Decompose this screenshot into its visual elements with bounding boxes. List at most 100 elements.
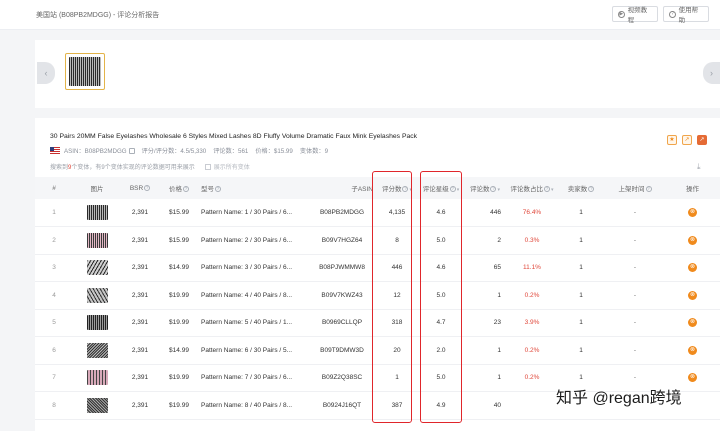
row-asin[interactable]: B08PJWMMW8 (309, 254, 375, 282)
analyze-icon[interactable]: ⊗ (688, 263, 697, 273)
row-image[interactable] (73, 282, 121, 310)
row-launch: - (633, 264, 637, 272)
row-share: 0.2% (524, 374, 540, 382)
carousel-next-button[interactable]: › (703, 62, 720, 84)
col-review-count[interactable]: 评论数? ▾ (463, 177, 507, 199)
product-meta: ASIN：B08PB2MDGG 评分/评分数：4.5/5,330 评论数：561… (50, 146, 328, 155)
row-asin[interactable]: B0969CLLQP (309, 309, 375, 337)
col-seller-count-label: 卖家数 (567, 186, 588, 193)
link-icon[interactable]: ↗ (697, 135, 707, 145)
row-price: $15.99 (169, 236, 189, 244)
col-price[interactable]: 价格? (159, 177, 199, 199)
page-title: 美国站 (B08PB2MDGG) - 评论分析报告 (36, 12, 160, 19)
col-review-count-label: 评论数 (469, 186, 490, 193)
analyze-icon[interactable]: ⊗ (688, 290, 697, 300)
row-index: 7 (52, 374, 56, 382)
row-launch: - (633, 346, 637, 354)
download-icon[interactable]: ⤓ (697, 162, 701, 172)
col-launch-time[interactable]: 上架时间? (605, 177, 665, 199)
row-bsr: 2,391 (131, 346, 149, 354)
row-sellers: 1 (579, 346, 583, 354)
row-image[interactable] (73, 309, 121, 337)
row-actions: ⊗ (665, 254, 720, 282)
row-price: $19.99 (169, 374, 189, 382)
play-icon: ▶ (618, 10, 625, 18)
col-actions: 操作 (686, 186, 699, 193)
sort-icon: ▾ (550, 187, 554, 193)
row-stars: 4.6 (436, 264, 446, 272)
analyze-icon[interactable]: ⊗ (688, 208, 697, 217)
row-asin[interactable]: B09T9DMW3D (309, 337, 375, 365)
row-asin[interactable]: B09V7HGZ64 (309, 227, 375, 255)
analyze-icon[interactable]: ⊗ (688, 318, 697, 328)
row-share (507, 392, 557, 420)
checkbox-box (204, 163, 211, 170)
row-price: $19.99 (169, 319, 189, 327)
row-image[interactable] (73, 227, 121, 255)
row-launch: - (633, 236, 637, 244)
row-price: $15.99 (169, 209, 189, 216)
video-tutorial-button[interactable]: ▶ 视频教程 (612, 6, 658, 24)
row-image[interactable] (73, 254, 121, 282)
row-asin[interactable]: B0924J16QT (309, 392, 375, 420)
row-asin[interactable]: B09V7KWZ43 (309, 282, 375, 310)
show-all-variants-checkbox[interactable]: 展示所有变体 (204, 162, 250, 171)
row-bsr: 2,391 (131, 401, 149, 409)
col-asin: 子ASIN (351, 186, 373, 193)
row-asin[interactable]: B08PB2MDGG (309, 199, 375, 227)
variant-thumbnail-selected[interactable] (65, 53, 105, 90)
row-price: $19.99 (169, 401, 189, 409)
show-all-variants-label: 展示所有变体 (213, 165, 250, 171)
row-actions: ⊗ (665, 309, 720, 337)
eyelash-product-image (86, 232, 108, 248)
row-reviews: 23 (493, 319, 501, 327)
carousel-prev-button[interactable]: ‹ (37, 62, 55, 84)
col-bsr[interactable]: BSR? (121, 177, 159, 199)
product-reviews: 评论数：561 (213, 148, 249, 155)
row-asin[interactable]: B09Z2Q38SC (309, 364, 375, 392)
row-image[interactable] (73, 337, 121, 365)
col-review-share-label: 评论数占比 (510, 186, 543, 193)
col-review-share[interactable]: 评论数占比? ▾ (507, 177, 557, 199)
row-reviews: 65 (493, 264, 501, 272)
row-image[interactable] (73, 392, 121, 420)
analyze-icon[interactable]: ⊗ (688, 345, 697, 355)
col-rating-value[interactable]: 评论星级? ▾ (419, 177, 463, 199)
row-actions: ⊗ (665, 227, 720, 255)
row-image[interactable] (73, 199, 121, 227)
star-icon[interactable]: ★ (667, 135, 677, 145)
info-icon: ? (490, 186, 497, 193)
product-rating: 评分/评分数：4.5/5,330 (141, 148, 207, 155)
row-bsr: 2,391 (131, 209, 149, 216)
row-share: 76.4% (522, 209, 542, 216)
row-index: 5 (52, 319, 56, 327)
row-reviews: 40 (493, 401, 501, 409)
analyze-icon[interactable]: ⊗ (688, 373, 697, 383)
row-stars: 5.0 (436, 236, 446, 244)
sort-icon: ▾ (409, 187, 412, 193)
row-ratings: 4,135 (388, 209, 406, 216)
us-flag-icon (50, 147, 60, 154)
eyelash-product-image (86, 315, 108, 331)
col-rating-count[interactable]: 评分数? ▾ (375, 177, 419, 199)
info-icon: ? (543, 186, 550, 193)
row-pattern: Pattern Name: 3 / 30 Pairs / 6... (201, 264, 293, 272)
row-reviews: 1 (497, 374, 501, 382)
watermark-text: 知乎 @regan跨境 (556, 390, 682, 407)
copy-icon[interactable] (128, 147, 135, 154)
col-model[interactable]: 型号? (199, 177, 309, 199)
col-seller-count[interactable]: 卖家数? (557, 177, 605, 199)
row-price: $19.99 (169, 291, 189, 299)
row-image[interactable] (73, 364, 121, 392)
row-reviews: 446 (490, 209, 501, 216)
share-icon[interactable]: ↗ (682, 135, 692, 145)
eyelash-product-image (86, 260, 108, 276)
col-bsr-label: BSR (129, 184, 144, 192)
sort-icon: ▾ (497, 187, 500, 193)
help-button[interactable]: ? 使用帮助 (663, 6, 709, 24)
row-ratings: 446 (391, 264, 403, 272)
analyze-icon[interactable]: ⊗ (688, 235, 697, 245)
row-sellers: 1 (579, 319, 583, 327)
row-stars: 4.6 (436, 209, 446, 216)
product-title: 30 Pairs 20MM False Eyelashes Wholesale … (50, 133, 418, 140)
